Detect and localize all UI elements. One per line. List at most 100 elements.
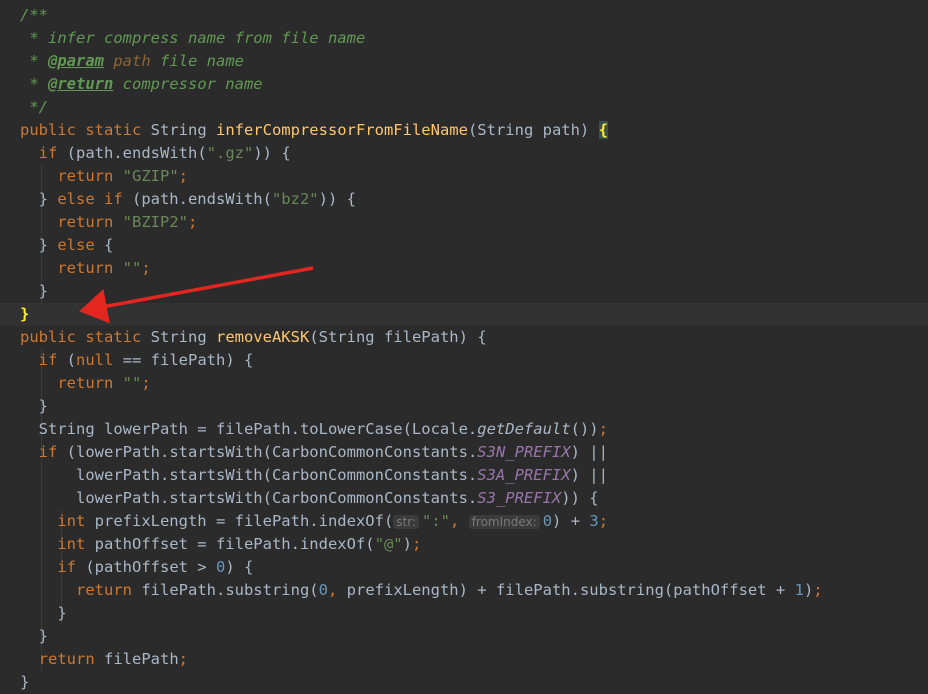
code-token: )) { bbox=[253, 144, 291, 162]
code-token: path bbox=[113, 52, 151, 70]
code-line[interactable]: * infer compress name from file name bbox=[0, 27, 928, 50]
code-line[interactable]: public static String removeAKSK(String f… bbox=[0, 326, 928, 349]
code-line-text: } bbox=[20, 395, 48, 418]
code-line[interactable]: int pathOffset = filePath.indexOf("@"); bbox=[0, 533, 928, 556]
code-line-text: return filePath.substring(0, prefixLengt… bbox=[20, 579, 823, 602]
code-line[interactable]: return "BZIP2"; bbox=[0, 211, 928, 234]
code-line-text: } bbox=[20, 602, 67, 625]
code-line[interactable]: */ bbox=[0, 96, 928, 119]
code-token: removeAKSK bbox=[215, 328, 310, 346]
code-token: { bbox=[598, 121, 608, 139]
code-token: S3N_PREFIX bbox=[477, 443, 571, 461]
code-line[interactable]: lowerPath.startsWith(CarbonCommonConstan… bbox=[0, 464, 928, 487]
code-line-text: return "BZIP2"; bbox=[20, 211, 197, 234]
code-token: 0 bbox=[318, 581, 328, 599]
code-line[interactable]: } bbox=[0, 280, 928, 303]
code-line[interactable]: return filePath; bbox=[0, 648, 928, 671]
code-line[interactable]: String lowerPath = filePath.toLowerCase(… bbox=[0, 418, 928, 441]
code-token: prefixLength = filePath.indexOf( bbox=[94, 512, 394, 530]
code-token: } bbox=[20, 604, 67, 622]
code-token: /** bbox=[20, 6, 48, 24]
code-line-text: } bbox=[20, 625, 48, 648]
code-line[interactable]: return ""; bbox=[0, 257, 928, 280]
code-line[interactable]: if (null == filePath) { bbox=[0, 349, 928, 372]
code-line[interactable]: if (lowerPath.startsWith(CarbonCommonCon… bbox=[0, 441, 928, 464]
code-line-text: */ bbox=[20, 96, 48, 119]
code-token: int bbox=[57, 512, 95, 530]
code-token: return bbox=[76, 581, 142, 599]
code-line[interactable]: /** bbox=[0, 4, 928, 27]
code-line[interactable]: return filePath.substring(0, prefixLengt… bbox=[0, 579, 928, 602]
code-token: return bbox=[57, 374, 123, 392]
code-token: ; bbox=[187, 213, 198, 231]
code-token: lowerPath.startsWith(CarbonCommonConstan… bbox=[20, 489, 478, 507]
code-line[interactable]: * @return compressor name bbox=[0, 73, 928, 96]
code-token: { bbox=[104, 236, 114, 254]
code-token: String lowerPath = filePath.toLowerCase(… bbox=[20, 420, 478, 438]
code-token: == filePath) { bbox=[122, 351, 254, 369]
code-line[interactable]: if (pathOffset > 0) { bbox=[0, 556, 928, 579]
code-token: (pathOffset > bbox=[85, 558, 216, 576]
code-token: (lowerPath.startsWith(CarbonCommonConsta… bbox=[66, 443, 478, 461]
code-line[interactable]: } bbox=[0, 671, 928, 694]
code-token: ()) bbox=[570, 420, 599, 438]
code-token: 1 bbox=[794, 581, 804, 599]
code-line[interactable]: } else if (path.endsWith("bz2")) { bbox=[0, 188, 928, 211]
code-editor[interactable]: /** * infer compress name from file name… bbox=[0, 0, 928, 694]
code-token: return bbox=[38, 650, 104, 668]
code-token: return bbox=[57, 213, 123, 231]
code-token: return bbox=[57, 259, 123, 277]
code-token: } bbox=[20, 673, 30, 691]
code-line[interactable]: if (path.endsWith(".gz")) { bbox=[0, 142, 928, 165]
code-token: int bbox=[57, 535, 95, 553]
code-line-text: lowerPath.startsWith(CarbonCommonConstan… bbox=[20, 464, 608, 487]
code-line[interactable]: } bbox=[0, 303, 928, 326]
code-token: "bz2" bbox=[271, 190, 319, 208]
code-token: } bbox=[20, 397, 48, 415]
code-token: ; bbox=[141, 374, 151, 392]
code-line[interactable]: return "GZIP"; bbox=[0, 165, 928, 188]
code-line-text: } else if (path.endsWith("bz2")) { bbox=[20, 188, 356, 211]
code-line[interactable]: lowerPath.startsWith(CarbonCommonConstan… bbox=[0, 487, 928, 510]
code-token: 0 bbox=[215, 558, 226, 576]
code-token: 0 bbox=[542, 512, 553, 530]
code-token: if bbox=[38, 351, 67, 369]
code-token: ) { bbox=[225, 558, 254, 576]
code-line[interactable]: } bbox=[0, 625, 928, 648]
code-token: filePath.substring( bbox=[141, 581, 319, 599]
code-line-text: } bbox=[20, 303, 29, 326]
code-token: } bbox=[20, 627, 48, 645]
code-token: pathOffset = filePath.indexOf( bbox=[94, 535, 375, 553]
code-token: } bbox=[20, 190, 58, 208]
code-token: , bbox=[450, 512, 469, 530]
code-token: * infer compress name from file name bbox=[20, 29, 366, 47]
code-token: "" bbox=[122, 259, 142, 277]
code-token: ( bbox=[66, 351, 77, 369]
code-token: } bbox=[20, 305, 30, 323]
code-token: String bbox=[150, 121, 216, 139]
code-line[interactable]: int prefixLength = filePath.indexOf(str:… bbox=[0, 510, 928, 533]
code-line[interactable]: public static String inferCompressorFrom… bbox=[0, 119, 928, 142]
parameter-hint: str: bbox=[393, 515, 420, 529]
code-token: } bbox=[20, 236, 58, 254]
code-line[interactable]: } bbox=[0, 395, 928, 418]
code-line[interactable]: return ""; bbox=[0, 372, 928, 395]
code-token: ) || bbox=[570, 443, 608, 461]
code-token: getDefault bbox=[477, 420, 571, 438]
code-line-text: * @return compressor name bbox=[20, 73, 262, 96]
code-token: ; bbox=[411, 535, 422, 553]
code-line-text: return ""; bbox=[20, 257, 150, 280]
code-token: * bbox=[20, 52, 48, 70]
code-token: "BZIP2" bbox=[122, 213, 188, 231]
code-line[interactable]: } else { bbox=[0, 234, 928, 257]
code-line[interactable]: } bbox=[0, 602, 928, 625]
code-token: ) + bbox=[552, 512, 590, 530]
code-line[interactable]: * @param path file name bbox=[0, 50, 928, 73]
parameter-hint: fromIndex: bbox=[468, 515, 540, 529]
